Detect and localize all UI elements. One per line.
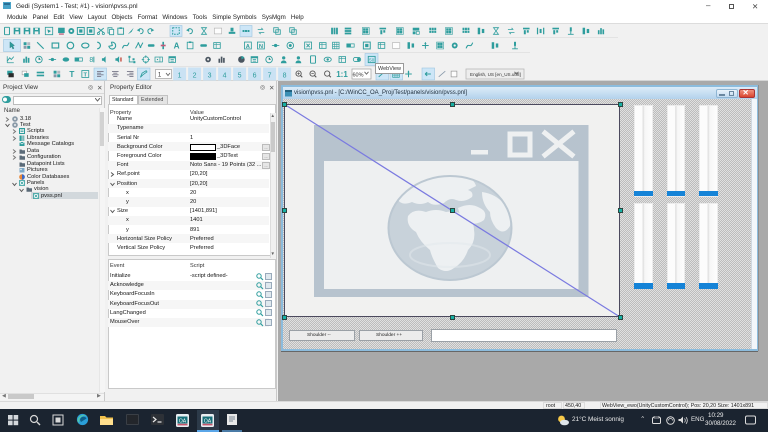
svg-text:50: 50 — [369, 57, 375, 62]
svg-text:7: 7 — [268, 73, 272, 80]
svg-text:8: 8 — [283, 73, 287, 80]
svg-text:A: A — [246, 44, 250, 50]
svg-text:8: 8 — [89, 57, 93, 64]
svg-text:1: 1 — [178, 73, 182, 80]
svg-text:6: 6 — [253, 73, 257, 80]
svg-text:2: 2 — [193, 73, 197, 80]
svg-text:T: T — [84, 72, 88, 78]
svg-text:OA: OA — [179, 418, 187, 424]
svg-text:OA: OA — [204, 418, 212, 424]
svg-text:3: 3 — [208, 73, 212, 80]
svg-text:5: 5 — [238, 73, 242, 80]
svg-text:A: A — [174, 41, 180, 50]
svg-text:English, US [en_US.utf8]: English, US [en_US.utf8] — [470, 72, 521, 77]
svg-text:60%: 60% — [352, 72, 363, 78]
svg-text:T: T — [69, 70, 74, 79]
svg-text:4: 4 — [223, 73, 227, 80]
svg-text:1:1: 1:1 — [336, 70, 348, 79]
svg-text:N: N — [259, 44, 263, 50]
